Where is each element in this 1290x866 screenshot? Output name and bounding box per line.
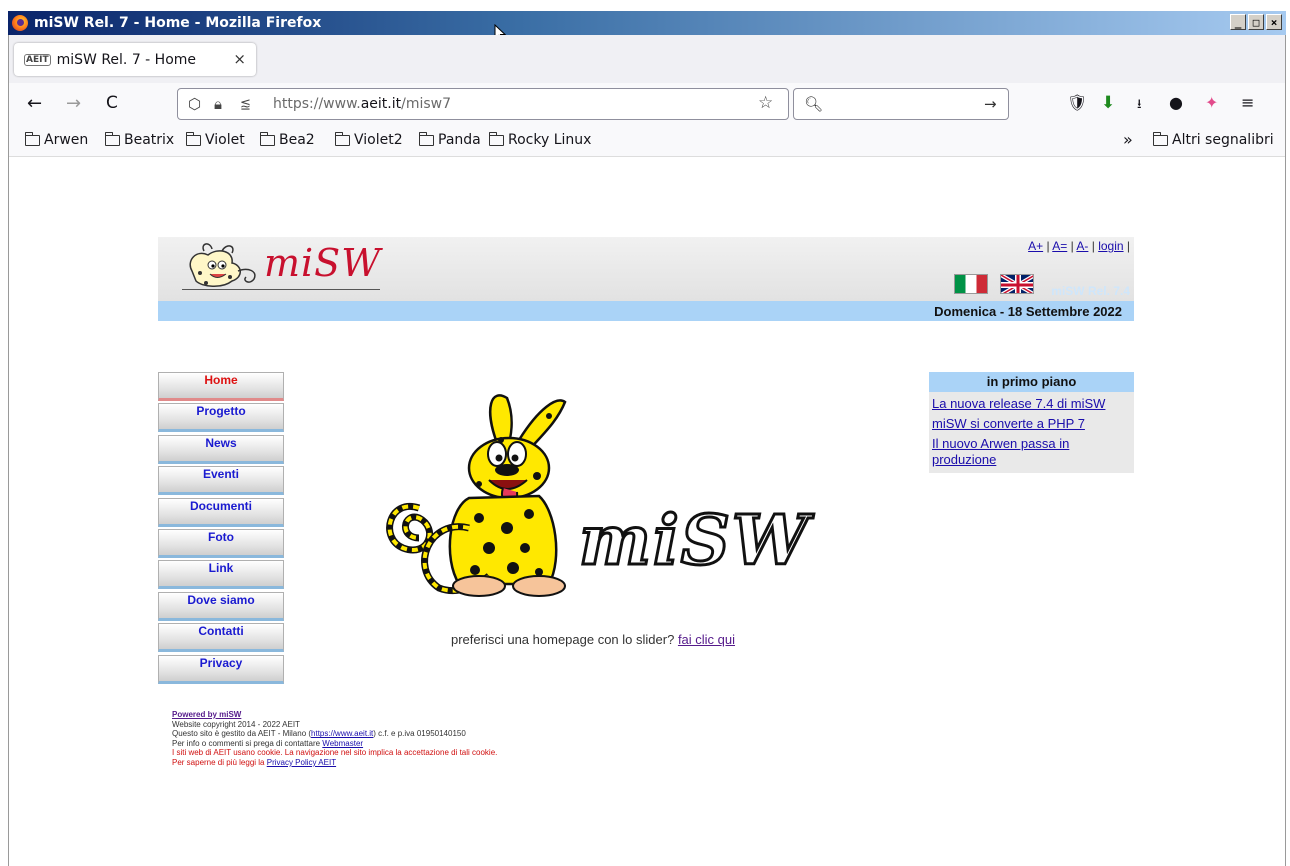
menu-item-progetto[interactable]: Progetto (158, 403, 284, 433)
back-arrow-icon[interactable]: ← (27, 93, 42, 114)
menu-item-privacy[interactable]: Privacy (158, 654, 284, 684)
forward-arrow-icon[interactable]: → (66, 93, 81, 114)
menu-item-home[interactable]: Home (158, 372, 284, 401)
bookmark-folder-violet2[interactable]: Violet2 (335, 131, 403, 148)
font-increase-link[interactable]: A+ (1028, 239, 1043, 253)
site-logo-text: miSW (264, 241, 382, 285)
tab-title: miSW Rel. 7 - Home (56, 51, 197, 68)
folder-icon (260, 131, 275, 146)
aeit-website-link[interactable]: https://www.aeit.it (311, 729, 373, 738)
firefox-logo-icon (12, 15, 28, 31)
menu-item-dove-siamo[interactable]: Dove siamo (158, 591, 284, 621)
powered-by-link[interactable]: Powered by miSW (172, 710, 241, 719)
contact-text: Per info o commenti si prega di contatta… (172, 738, 364, 748)
folder-icon (105, 131, 120, 146)
window-title-bar[interactable]: miSW Rel. 7 - Home - Mozilla Firefox _ □… (8, 11, 1286, 35)
hamburger-menu-icon[interactable]: ≡ (1241, 93, 1254, 112)
bookmark-star-icon[interactable]: ☆ (758, 93, 773, 113)
bookmarks-overflow-chevron-icon[interactable]: » (1123, 130, 1133, 149)
featured-news-box: in primo piano La nuova release 7.4 di m… (929, 372, 1134, 473)
downloads-icon[interactable]: ⭳ (1137, 95, 1142, 117)
featured-news-link[interactable]: Il nuovo Arwen passa in produzione (932, 436, 1131, 468)
font-decrease-link[interactable]: A- (1076, 239, 1088, 253)
bookmarks-toolbar: Arwen Beatrix Violet Bea2 Violet2 Panda … (9, 125, 1285, 157)
copyright-text: Website copyright 2014 - 2022 AEIT (172, 719, 300, 729)
pocket-icon[interactable]: 🛡︎ (1067, 93, 1087, 112)
font-reset-link[interactable]: A= (1052, 239, 1067, 253)
menu-item-eventi[interactable]: Eventi (158, 466, 284, 496)
date-bar: Domenica - 18 Settembre 2022 (158, 301, 1134, 321)
login-link[interactable]: login (1098, 239, 1123, 253)
site-logo[interactable]: miSW (182, 241, 382, 295)
menu-item-link[interactable]: Link (158, 560, 284, 590)
header-links: A+ | A= | A- | login | (1028, 239, 1130, 253)
current-date: Domenica - 18 Settembre 2022 (934, 304, 1122, 319)
menu-item-foto[interactable]: Foto (158, 528, 284, 558)
main-menu: Home Progetto News Eventi Documenti Foto… (158, 372, 284, 686)
marsupilami-logo-icon (189, 243, 256, 287)
managed-by-text: Questo sito è gestito da AEIT - Milano (… (172, 729, 466, 739)
featured-news-link[interactable]: La nuova release 7.4 di miSW (932, 396, 1131, 412)
download-arrow-icon[interactable]: ⬇ (1101, 93, 1115, 113)
search-go-arrow-icon[interactable]: → (984, 95, 997, 113)
page-content: miSW A+ | A= | A- | login | miSW Rel. 7.… (9, 158, 1285, 866)
folder-icon (1153, 131, 1168, 146)
maximize-button[interactable]: □ (1248, 14, 1264, 30)
bookmark-folder-beatrix[interactable]: Beatrix (105, 131, 174, 148)
featured-news-link[interactable]: miSW si converte a PHP 7 (932, 416, 1131, 432)
tab-close-icon[interactable]: × (233, 50, 246, 68)
padlock-icon[interactable]: 🔒︎ (214, 95, 222, 113)
permissions-icon[interactable]: ⪍ (240, 97, 251, 112)
aeit-favicon-icon: AEIT (24, 53, 51, 66)
privacy-notice: Per saperne di più leggi la Privacy Poli… (172, 757, 337, 767)
tracking-shield-icon[interactable]: ⬡ (188, 95, 201, 113)
bookmark-folder-arwen[interactable]: Arwen (25, 131, 88, 148)
search-bar[interactable]: 🔍︎ → (793, 88, 1009, 120)
privacy-policy-link[interactable]: Privacy Policy AEIT (267, 758, 336, 767)
menu-item-news[interactable]: News (158, 434, 284, 464)
menu-item-documenti[interactable]: Documenti (158, 497, 284, 527)
bookmark-folder-panda[interactable]: Panda (419, 131, 481, 148)
uk-flag-icon[interactable] (1000, 274, 1034, 294)
folder-icon (419, 131, 434, 146)
window-title: miSW Rel. 7 - Home - Mozilla Firefox (34, 15, 322, 31)
site-header: miSW A+ | A= | A- | login | miSW Rel. 7.… (158, 237, 1134, 301)
extension-icon[interactable]: ● (1169, 93, 1183, 112)
italian-flag-icon[interactable] (954, 274, 988, 294)
webmaster-link[interactable]: Webmaster (322, 739, 363, 748)
marsupilami-mascot-image: miSW (386, 394, 814, 597)
search-icon: 🔍︎ (804, 95, 824, 113)
logo-underline (182, 289, 380, 290)
featured-news-title: in primo piano (929, 372, 1134, 392)
slider-homepage-link[interactable]: fai clic qui (678, 632, 735, 647)
reload-icon[interactable]: C (106, 93, 118, 113)
minimize-button[interactable]: _ (1230, 14, 1246, 30)
cookie-notice: I siti web di AEIT usano cookie. La navi… (172, 748, 498, 758)
url-bar[interactable]: ⬡ 🔒︎ ⪍ https://www.aeit.it/misw7 ☆ (177, 88, 789, 120)
bookmark-folder-rocky-linux[interactable]: Rocky Linux (489, 131, 591, 148)
menu-item-contatti[interactable]: Contatti (158, 623, 284, 653)
bookmark-folder-other[interactable]: Altri segnalibri (1153, 131, 1274, 148)
mascot-logo-text: miSW (579, 501, 814, 581)
bookmark-folder-bea2[interactable]: Bea2 (260, 131, 315, 148)
bookmark-folder-violet[interactable]: Violet (186, 131, 245, 148)
tab-strip: AEIT miSW Rel. 7 - Home × (9, 35, 1285, 83)
folder-icon (25, 131, 40, 146)
folder-icon (186, 131, 201, 146)
window-frame-right (1285, 35, 1286, 866)
slider-prompt: preferisci una homepage con lo slider? f… (451, 632, 736, 647)
folder-icon (335, 131, 350, 146)
color-extension-icon[interactable]: ✦ (1205, 93, 1218, 112)
navigation-toolbar: ← → C ⬡ 🔒︎ ⪍ https://www.aeit.it/misw7 ☆… (9, 83, 1285, 125)
release-label: miSW Rel. 7.4 (1051, 284, 1130, 298)
url-text[interactable]: https://www.aeit.it/misw7 (273, 96, 451, 112)
folder-icon (489, 131, 504, 146)
site-footer: Powered by miSW Website copyright 2014 -… (172, 710, 497, 768)
window-controls: _ □ × (1230, 14, 1282, 30)
close-button[interactable]: × (1266, 14, 1282, 30)
tab-misw-home[interactable]: AEIT miSW Rel. 7 - Home × (14, 43, 256, 76)
